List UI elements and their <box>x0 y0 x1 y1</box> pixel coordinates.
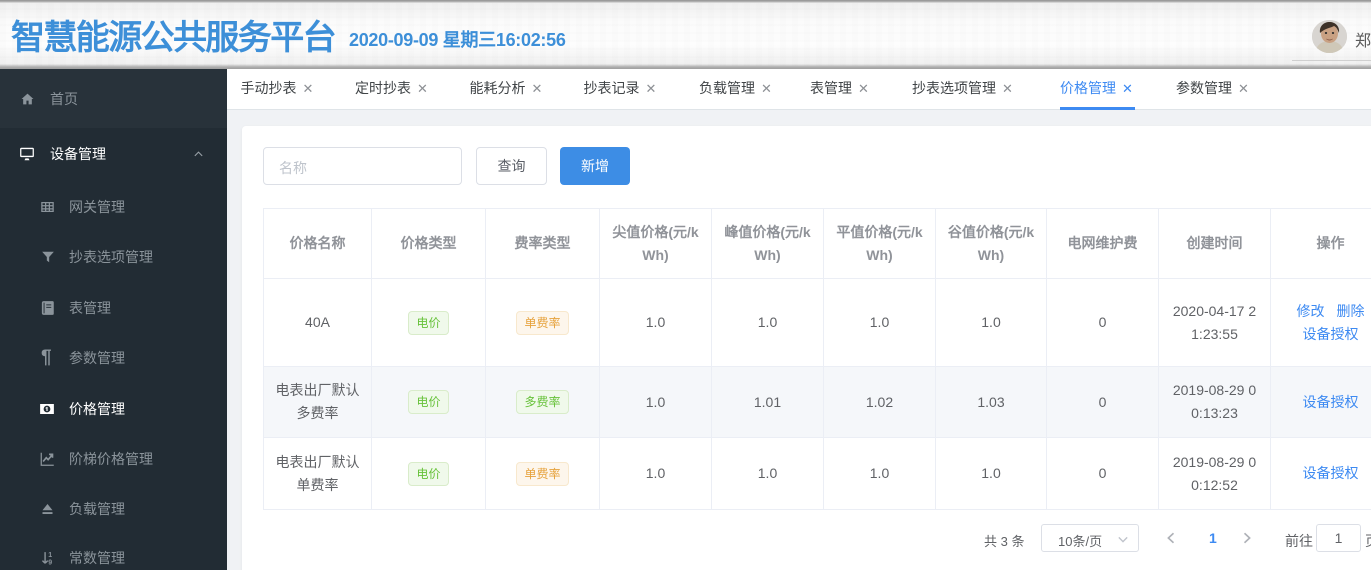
svg-text:1: 1 <box>48 552 52 559</box>
svg-text:9: 9 <box>48 559 52 565</box>
